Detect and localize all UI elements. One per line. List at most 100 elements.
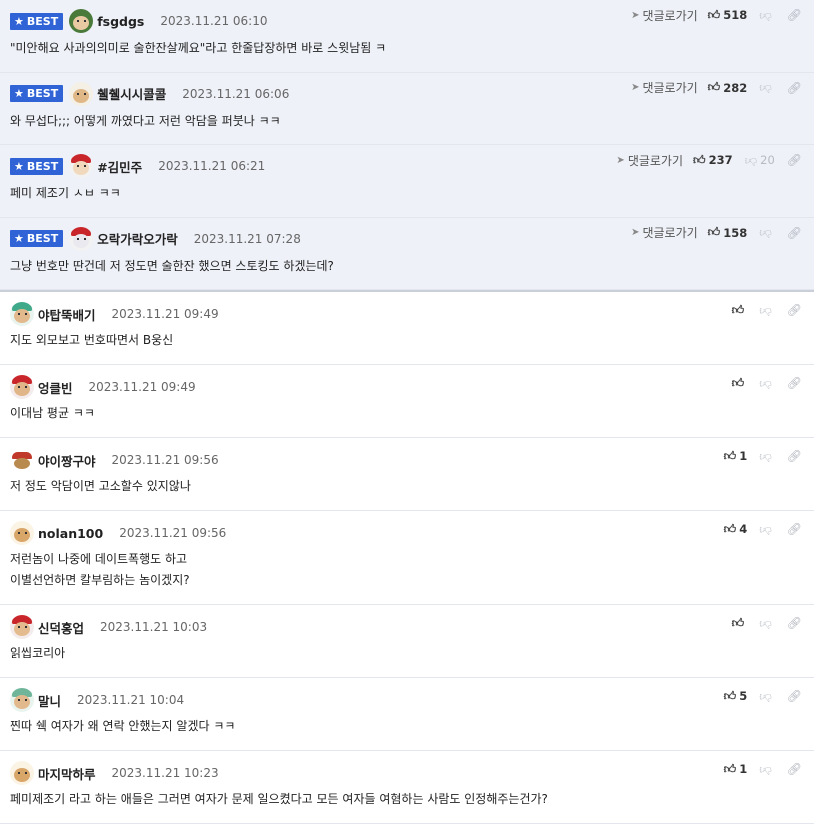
link-icon[interactable]: 🔗︎ [787, 226, 802, 240]
dislike-button[interactable]: 👍︎ [759, 689, 775, 704]
comment: 마지막하루 2023.11.21 10:23 👍︎ 1 👍︎ 🔗︎ 페미제조기 라… [0, 751, 814, 824]
dislike-button[interactable]: 👍︎ [759, 376, 775, 391]
link-icon[interactable]: 🔗︎ [787, 81, 802, 95]
comment-text-line: 이별선언하면 칼부림하는 놈이겠지? [10, 573, 190, 587]
like-count: 5 [739, 689, 748, 703]
star-icon: ★ [14, 14, 24, 28]
link-icon[interactable]: 🔗︎ [787, 303, 802, 317]
comment-date: 2023.11.21 10:23 [111, 766, 219, 780]
avatar[interactable] [10, 375, 34, 399]
go-to-reply-link[interactable]: ➤ 댓글로가기 [616, 152, 683, 169]
thumbs-up-icon: 👍︎ [707, 7, 721, 22]
link-icon[interactable]: 🔗︎ [787, 376, 802, 390]
comment-actions: 👍︎ 1 👍︎ 🔗︎ [724, 760, 802, 778]
dislike-button[interactable]: 👍︎ [759, 80, 775, 95]
nickname[interactable]: 야이짱구야 [38, 451, 96, 470]
nickname[interactable]: 야탑뚝배기 [38, 305, 96, 324]
like-button[interactable]: 👍︎ 5 [724, 689, 748, 704]
comment-meta: 신덕홍업 2023.11.21 10:03 [10, 615, 207, 639]
link-icon[interactable]: 🔗︎ [787, 8, 802, 22]
comment-meta: 말니 2023.11.21 10:04 [10, 688, 184, 712]
go-to-reply-link[interactable]: ➤ 댓글로가기 [631, 79, 698, 96]
like-count: 237 [708, 153, 733, 167]
comment-text: 페미제조기 라고 하는 애들은 그러면 여자가 문제 일으켰다고 모든 여자들 … [10, 792, 548, 806]
thumbs-up-icon: 👍︎ [723, 448, 737, 463]
comment-date: 2023.11.21 07:28 [193, 231, 301, 246]
comment-meta: 마지막하루 2023.11.21 10:23 [10, 761, 219, 785]
comment-actions: 👍︎ 👍︎ 🔗︎ [732, 614, 802, 632]
link-icon[interactable]: 🔗︎ [787, 449, 802, 463]
link-icon[interactable]: 🔗︎ [787, 616, 802, 630]
nickname[interactable]: nolan100 [38, 526, 103, 541]
avatar[interactable] [10, 448, 34, 472]
nickname[interactable]: 췔췔시시콜콜 [97, 84, 166, 103]
avatar[interactable] [10, 688, 34, 712]
nickname[interactable]: 마지막하루 [38, 764, 96, 783]
thumbs-up-icon: 👍︎ [731, 375, 745, 390]
nickname[interactable]: fsgdgs [97, 14, 144, 29]
avatar[interactable] [10, 521, 34, 545]
thumbs-down-icon: 👍︎ [759, 616, 772, 631]
nickname[interactable]: 오락가락오가락 [97, 229, 178, 248]
like-button[interactable]: 👍︎ 1 [724, 449, 748, 464]
comment-text-line: 저런놈이 나중에 데이트폭행도 하고 [10, 552, 188, 566]
like-button[interactable]: 👍︎ [732, 376, 748, 391]
comment-text: 저런놈이 나중에 데이트폭행도 하고 이별선언하면 칼부림하는 놈이겠지? [10, 549, 190, 591]
like-button[interactable]: 👍︎ 237 [693, 153, 733, 168]
like-button[interactable]: 👍︎ 1 [724, 762, 748, 777]
comment: 야탑뚝배기 2023.11.21 09:49 👍︎ 👍︎ 🔗︎ 지도 외모보고 … [0, 292, 814, 365]
like-button[interactable]: 👍︎ [732, 616, 748, 631]
comment-text: "미안해요 사과의의미로 술한잔살께요"라고 한줄답장하면 바로 스윗남됨 ㅋ [10, 41, 387, 55]
dislike-button[interactable]: 👍︎ [759, 762, 775, 777]
comment-actions: 👍︎ 👍︎ 🔗︎ [732, 374, 802, 392]
avatar[interactable] [10, 761, 34, 785]
nickname[interactable]: 말니 [38, 691, 61, 710]
avatar[interactable] [10, 615, 34, 639]
thumbs-up-icon: 👍︎ [723, 521, 737, 536]
link-icon[interactable]: 🔗︎ [787, 762, 802, 776]
comment-date: 2023.11.21 10:03 [100, 620, 208, 634]
nickname[interactable]: #김민주 [97, 157, 142, 176]
avatar[interactable] [69, 81, 94, 106]
dislike-button[interactable]: 👍︎ [759, 449, 775, 464]
go-to-reply-link[interactable]: ➤ 댓글로가기 [631, 224, 698, 241]
comment-actions: ➤ 댓글로가기 👍︎ 282 👍︎ 🔗︎ [631, 79, 802, 97]
dislike-button[interactable]: 👍︎ [759, 522, 775, 537]
like-button[interactable]: 👍︎ 4 [724, 522, 748, 537]
comment-actions: ➤ 댓글로가기 👍︎ 237 👍︎ 20 🔗︎ [616, 151, 802, 169]
nickname[interactable]: 신덕홍업 [38, 618, 84, 637]
like-button[interactable]: 👍︎ 518 [708, 8, 748, 23]
link-icon[interactable]: 🔗︎ [787, 689, 802, 703]
comment-actions: 👍︎ 5 👍︎ 🔗︎ [724, 687, 802, 705]
avatar[interactable] [69, 226, 94, 251]
comment: 신덕홍업 2023.11.21 10:03 👍︎ 👍︎ 🔗︎ 읽씹코리아 [0, 605, 814, 678]
dislike-button[interactable]: 👍︎ [759, 225, 775, 240]
like-button[interactable]: 👍︎ 158 [708, 225, 748, 240]
like-button[interactable]: 👍︎ 282 [708, 80, 748, 95]
nickname[interactable]: 엉클빈 [38, 378, 73, 397]
send-icon: ➤ [631, 82, 640, 93]
link-icon[interactable]: 🔗︎ [787, 522, 802, 536]
like-count: 158 [723, 225, 748, 240]
comment-text: 지도 외모보고 번호따면서 B웅신 [10, 333, 174, 347]
best-badge-label: BEST [26, 14, 59, 28]
dislike-button[interactable]: 👍︎ [759, 8, 775, 23]
dislike-button[interactable]: 👍︎ 20 [745, 153, 775, 168]
best-comment: ★ BEST 오락가락오가락 2023.11.21 07:28 ➤ 댓글로가기 👍︎… [0, 217, 814, 290]
dislike-button[interactable]: 👍︎ [759, 616, 775, 631]
like-button[interactable]: 👍︎ [732, 303, 748, 318]
best-badge-label: BEST [26, 159, 59, 173]
link-icon[interactable]: 🔗︎ [787, 153, 802, 167]
thumbs-down-icon: 👍︎ [759, 226, 772, 240]
dislike-button[interactable]: 👍︎ [759, 303, 775, 318]
avatar[interactable] [69, 9, 94, 33]
thumbs-down-icon: 👍︎ [759, 522, 772, 537]
comment: 엉클빈 2023.11.21 09:49 👍︎ 👍︎ 🔗︎ 이대남 평균 ㅋㅋ [0, 365, 814, 438]
avatar[interactable] [69, 154, 94, 178]
comment-text: 그냥 번호만 딴건데 저 정도면 술한잔 했으면 스토킹도 하겠는데? [10, 258, 334, 273]
go-to-reply-link[interactable]: ➤ 댓글로가기 [631, 7, 698, 24]
like-count: 518 [723, 8, 748, 22]
best-badge-label: BEST [26, 87, 59, 100]
comment-actions: ➤ 댓글로가기 👍︎ 158 👍︎ 🔗︎ [631, 224, 802, 242]
avatar[interactable] [10, 302, 34, 326]
